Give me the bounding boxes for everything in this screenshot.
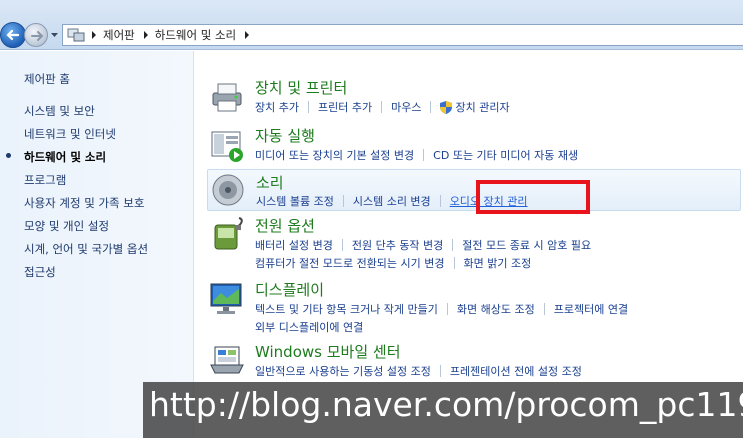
sidebar-item-network-internet[interactable]: 네트워크 및 인터넷	[24, 126, 148, 149]
change-battery-settings-link[interactable]: 배터리 설정 변경	[255, 237, 333, 253]
screen-resolution-link[interactable]: 화면 해상도 조정	[457, 301, 535, 317]
add-printer-link[interactable]: 프린터 추가	[318, 99, 372, 115]
link-divider	[446, 303, 448, 315]
category-list: 시스템 및 보안 네트워크 및 인터넷 하드웨어 및 소리 프로그램 사용자 계…	[5, 103, 148, 287]
adjust-system-volume-link[interactable]: 시스템 볼륨 조정	[256, 193, 334, 209]
uac-shield-icon	[440, 100, 453, 114]
category-title[interactable]: 디스플레이	[255, 279, 324, 300]
connect-projector-link[interactable]: 프로젝터에 연결	[554, 301, 628, 317]
breadcrumb-separator-icon[interactable]	[244, 31, 250, 39]
category-links: 일반적으로 사용하는 기동성 설정 조정 프레젠테이션 전에 설정 조정	[255, 363, 582, 379]
back-button[interactable]	[0, 22, 26, 48]
sidebar-item-hardware-sound[interactable]: 하드웨어 및 소리	[5, 149, 148, 172]
printer-icon[interactable]	[209, 79, 245, 115]
control-panel-icon	[67, 28, 85, 42]
adjust-mobility-settings-link[interactable]: 일반적으로 사용하는 기동성 설정 조정	[255, 363, 431, 379]
speaker-icon[interactable]	[210, 172, 246, 208]
navigation-pane: 제어판 홈 시스템 및 보안 네트워크 및 인터넷 하드웨어 및 소리 프로그램…	[0, 51, 194, 438]
change-sleep-time-link[interactable]: 컴퓨터가 절전 모드로 전환되는 시기 변경	[255, 255, 445, 271]
category-title[interactable]: 소리	[256, 172, 284, 193]
category-links: 미디어 또는 장치의 기본 설정 변경 CD 또는 기타 미디어 자동 재생	[255, 147, 578, 163]
add-device-link[interactable]: 장치 추가	[255, 99, 299, 115]
device-manager-link[interactable]: 장치 관리자	[455, 99, 509, 115]
address-bar[interactable]: 제어판 하드웨어 및 소리	[62, 24, 743, 46]
link-divider	[342, 195, 344, 207]
category-autoplay: 자동 실행 미디어 또는 장치의 기본 설정 변경 CD 또는 기타 미디어 자…	[209, 127, 739, 171]
arrow-left-icon	[6, 29, 20, 41]
breadcrumb-control-panel[interactable]: 제어판	[103, 27, 135, 43]
display-icon[interactable]	[209, 281, 245, 317]
sidebar-item-clock-language[interactable]: 시계, 언어 및 국가별 옵션	[24, 241, 148, 264]
mouse-link[interactable]: 마우스	[391, 99, 421, 115]
control-panel-home-link[interactable]: 제어판 홈	[24, 71, 70, 87]
link-divider	[453, 257, 455, 269]
arrow-right-icon	[31, 31, 44, 41]
autoplay-icon[interactable]	[209, 127, 245, 163]
category-links: 배터리 설정 변경 전원 단추 동작 변경 절전 모드 종료 시 암호 필요	[255, 237, 591, 253]
category-sound: 소리 시스템 볼륨 조정 시스템 소리 변경 오디오 장치 관리	[207, 169, 741, 211]
breadcrumb-separator-icon[interactable]	[143, 31, 149, 39]
cd-autoplay-link[interactable]: CD 또는 기타 미디어 자동 재생	[433, 147, 578, 163]
sidebar-item-programs[interactable]: 프로그램	[24, 172, 148, 195]
power-icon[interactable]	[209, 217, 245, 253]
category-links: 텍스트 및 기타 항목 크거나 작게 만들기 화면 해상도 조정 프로젝터에 연…	[255, 301, 628, 317]
require-password-wake-link[interactable]: 절전 모드 종료 시 암호 필요	[462, 237, 591, 253]
category-display: 디스플레이 텍스트 및 기타 항목 크거나 작게 만들기 화면 해상도 조정 프…	[209, 281, 739, 337]
link-divider	[307, 101, 309, 113]
sidebar-item-accessibility[interactable]: 접근성	[24, 264, 148, 287]
change-power-button-link[interactable]: 전원 단추 동작 변경	[352, 237, 443, 253]
category-links: 컴퓨터가 절전 모드로 전환되는 시기 변경 화면 밝기 조정	[255, 255, 531, 271]
link-divider	[452, 239, 454, 251]
address-toolbar: 제어판 하드웨어 및 소리	[0, 0, 743, 50]
link-divider	[543, 303, 545, 315]
category-power-options: 전원 옵션 배터리 설정 변경 전원 단추 동작 변경 절전 모드 종료 시 암…	[209, 217, 739, 273]
watermark-url: http://blog.naver.com/procom_pc119	[143, 382, 743, 438]
breadcrumb-separator-icon	[92, 31, 96, 39]
sidebar-item-appearance[interactable]: 모양 및 개인 설정	[24, 218, 148, 241]
sidebar-item-user-accounts[interactable]: 사용자 계정 및 가족 보호	[24, 195, 148, 218]
link-divider	[423, 149, 425, 161]
category-links: 장치 추가 프린터 추가 마우스 장치 관리자	[255, 99, 510, 115]
main-content: 장치 및 프린터 장치 추가 프린터 추가 마우스 장치 관리자 자동 실행 미…	[195, 51, 743, 438]
text-size-link[interactable]: 텍스트 및 기타 항목 크거나 작게 만들기	[255, 301, 438, 317]
link-divider	[439, 195, 441, 207]
adjust-screen-brightness-link[interactable]: 화면 밝기 조정	[464, 255, 532, 271]
category-title[interactable]: 자동 실행	[255, 125, 315, 146]
media-default-settings-link[interactable]: 미디어 또는 장치의 기본 설정 변경	[255, 147, 414, 163]
link-divider	[341, 239, 343, 251]
mobility-center-icon[interactable]	[209, 343, 245, 379]
highlight-annotation-box	[476, 180, 590, 214]
link-divider	[381, 101, 383, 113]
forward-button[interactable]	[24, 23, 48, 47]
category-mobility-center: Windows 모바일 센터 일반적으로 사용하는 기동성 설정 조정 프레젠테…	[209, 343, 739, 387]
change-system-sounds-link[interactable]: 시스템 소리 변경	[353, 193, 431, 209]
breadcrumb-hardware-sound[interactable]: 하드웨어 및 소리	[155, 27, 236, 43]
link-divider	[439, 365, 441, 377]
category-title[interactable]: Windows 모바일 센터	[255, 341, 401, 362]
category-devices-printers: 장치 및 프린터 장치 추가 프린터 추가 마우스 장치 관리자	[209, 79, 739, 123]
link-divider	[430, 101, 432, 113]
sidebar-item-system-security[interactable]: 시스템 및 보안	[24, 103, 148, 126]
category-title[interactable]: 전원 옵션	[255, 215, 315, 236]
presentation-settings-link[interactable]: 프레젠테이션 전에 설정 조정	[450, 363, 582, 379]
connect-external-display-link[interactable]: 외부 디스플레이에 연결	[255, 319, 363, 335]
history-dropdown-icon[interactable]	[50, 30, 59, 39]
category-title[interactable]: 장치 및 프린터	[255, 77, 347, 98]
category-links: 외부 디스플레이에 연결	[255, 319, 363, 335]
